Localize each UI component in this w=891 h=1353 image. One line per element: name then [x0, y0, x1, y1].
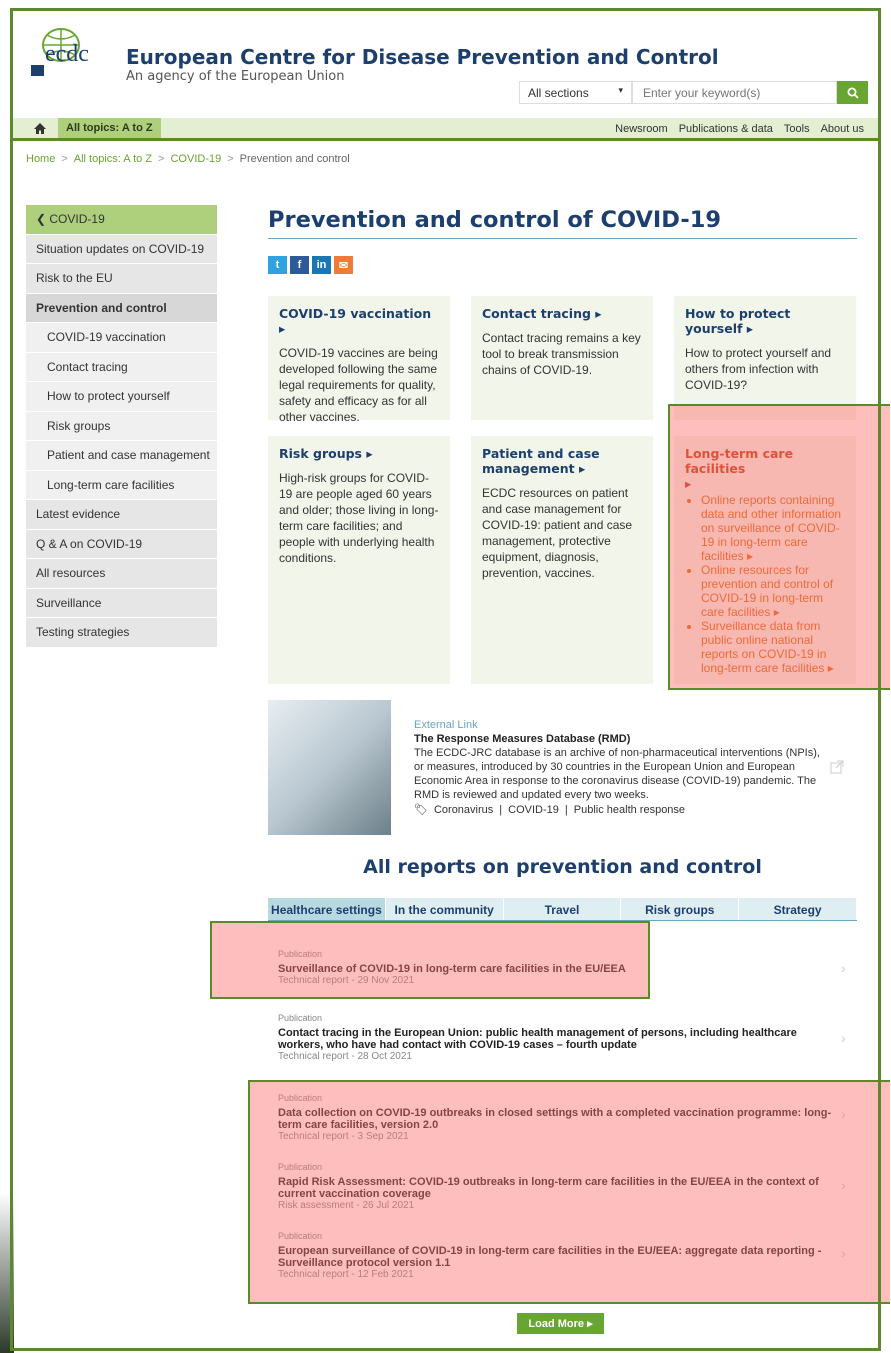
tab-community[interactable]: In the community	[385, 898, 504, 920]
search-input[interactable]	[632, 81, 837, 104]
sidebar-item-evidence[interactable]: Latest evidence	[26, 500, 217, 530]
breadcrumb-separator: >	[158, 153, 165, 165]
person-photo	[268, 700, 391, 835]
sidebar-item-ltcf[interactable]: Long-term care facilities	[26, 470, 217, 500]
card-text: COVID-19 vaccines are being developed fo…	[279, 346, 438, 424]
card-title[interactable]: Risk groups ▸	[279, 446, 439, 461]
site-title[interactable]: European Centre for Disease Prevention a…	[126, 45, 719, 69]
breadcrumb-current: Prevention and control	[239, 153, 350, 165]
tag[interactable]: COVID-19	[508, 803, 559, 817]
card-title[interactable]: COVID-19 vaccination ▸	[279, 306, 439, 336]
report-tabs: Healthcare settings In the community Tra…	[268, 898, 857, 921]
sidebar-back-covid[interactable]: ❮ COVID-19	[26, 205, 217, 235]
highlight-ltcf-card	[668, 404, 890, 690]
sidebar-item-qa[interactable]: Q & A on COVID-19	[26, 529, 217, 559]
facebook-icon[interactable]: f	[290, 256, 309, 274]
reports-heading: All reports on prevention and control	[363, 856, 762, 878]
linkedin-icon[interactable]: in	[312, 256, 331, 274]
card-contact-tracing[interactable]: Contact tracing ▸ Contact tracing remain…	[471, 296, 653, 420]
caret-right-icon: ▸	[587, 1318, 593, 1330]
report-title[interactable]: Contact tracing in the European Union: p…	[278, 1027, 838, 1051]
sidebar-item-resources[interactable]: All resources	[26, 559, 217, 589]
report-kind: Publication	[278, 1013, 323, 1023]
card-protect[interactable]: How to protect yourself ▸ How to protect…	[674, 296, 856, 420]
breadcrumb-separator: >	[61, 153, 68, 165]
tag-icon: 🏷	[414, 804, 428, 816]
tag[interactable]: Public health response	[574, 803, 685, 817]
nav-right-links: Newsroom Publications & data Tools About…	[615, 123, 864, 135]
twitter-icon[interactable]: t	[268, 256, 287, 274]
search-icon	[847, 87, 859, 99]
chevron-right-icon[interactable]: ›	[841, 1030, 846, 1046]
home-icon[interactable]	[33, 122, 47, 135]
card-text: High-risk groups for COVID-19 are people…	[279, 471, 439, 565]
sidebar-item-patient[interactable]: Patient and case management	[26, 441, 217, 471]
shadow	[0, 1193, 14, 1353]
sidebar-item-testing[interactable]: Testing strategies	[26, 618, 217, 648]
sidebar-item-protect[interactable]: How to protect yourself	[26, 382, 217, 412]
nav-newsroom[interactable]: Newsroom	[615, 123, 668, 135]
highlight-reports-3-5	[248, 1080, 890, 1304]
load-more-button[interactable]: Load More ▸	[517, 1313, 604, 1334]
card-title[interactable]: Contact tracing ▸	[482, 306, 642, 321]
tag[interactable]: Coronavirus	[434, 803, 493, 817]
tag-separator: |	[564, 804, 568, 816]
external-link-title[interactable]: The Response Measures Database (RMD)	[414, 732, 826, 746]
breadcrumb-separator: >	[227, 153, 234, 165]
sidebar-item-vaccination[interactable]: COVID-19 vaccination	[26, 323, 217, 353]
sections-select[interactable]: All sections ▾	[519, 81, 632, 104]
page-title: Prevention and control of COVID-19	[268, 207, 857, 239]
all-topics-button[interactable]: All topics: A to Z	[58, 118, 161, 138]
card-text: Contact tracing remains a key tool to br…	[482, 331, 641, 377]
social-share: t f in ✉	[268, 256, 353, 274]
ecdc-logo-icon[interactable]: ecdc	[29, 25, 105, 81]
sidebar: ❮ COVID-19 Situation updates on COVID-19…	[26, 205, 217, 648]
sidebar-item-contact-tracing[interactable]: Contact tracing	[26, 352, 217, 382]
main-nav: All topics: A to Z Newsroom Publications…	[13, 118, 878, 141]
site-header: ecdc European Centre for Disease Prevent…	[13, 11, 878, 118]
sidebar-item-situation[interactable]: Situation updates on COVID-19	[26, 234, 217, 264]
sidebar-item-risk-eu[interactable]: Risk to the EU	[26, 264, 217, 294]
card-text: ECDC resources on patient and case manag…	[482, 486, 633, 580]
sidebar-item-prevention[interactable]: Prevention and control	[26, 293, 217, 323]
external-link-icon[interactable]	[830, 760, 845, 775]
breadcrumb-covid[interactable]: COVID-19	[170, 153, 221, 165]
breadcrumb-home[interactable]: Home	[26, 153, 55, 165]
report-item[interactable]: Publication Contact tracing in the Europ…	[278, 1012, 838, 1063]
tags: 🏷 Coronavirus | COVID-19 | Public health…	[414, 803, 826, 817]
nav-about[interactable]: About us	[821, 123, 864, 135]
sections-select-value: All sections	[528, 86, 589, 100]
card-title[interactable]: Patient and case management ▸	[482, 446, 642, 476]
report-meta: Technical report - 28 Oct 2021	[278, 1051, 412, 1062]
tab-strategy[interactable]: Strategy	[739, 898, 857, 920]
external-link-label: External Link	[414, 719, 478, 731]
breadcrumb-topics[interactable]: All topics: A to Z	[74, 153, 152, 165]
tag-separator: |	[499, 804, 503, 816]
site-subtitle: An agency of the European Union	[126, 69, 345, 84]
external-link-block[interactable]: External Link The Response Measures Data…	[414, 718, 826, 817]
tab-travel[interactable]: Travel	[503, 898, 622, 920]
sidebar-item-surveillance[interactable]: Surveillance	[26, 588, 217, 618]
sidebar-item-risk-groups[interactable]: Risk groups	[26, 411, 217, 441]
highlight-report-1	[210, 921, 650, 999]
breadcrumb: Home > All topics: A to Z > COVID-19 > P…	[26, 153, 350, 165]
card-title[interactable]: How to protect yourself ▸	[685, 306, 845, 336]
chevron-right-icon[interactable]: ›	[841, 960, 846, 976]
card-text: How to protect yourself and others from …	[685, 346, 832, 392]
svg-text:ecdc: ecdc	[45, 41, 89, 67]
card-patient-management[interactable]: Patient and case management ▸ ECDC resou…	[471, 436, 653, 684]
nav-publications[interactable]: Publications & data	[679, 123, 773, 135]
search-button[interactable]	[837, 81, 868, 104]
card-vaccination[interactable]: COVID-19 vaccination ▸ COVID-19 vaccines…	[268, 296, 450, 424]
caret-down-icon: ▾	[618, 85, 623, 95]
tab-healthcare[interactable]: Healthcare settings	[268, 898, 386, 920]
external-link-text: The ECDC-JRC database is an archive of n…	[414, 747, 820, 801]
email-icon[interactable]: ✉	[334, 256, 353, 274]
nav-tools[interactable]: Tools	[784, 123, 810, 135]
tab-risk-groups[interactable]: Risk groups	[621, 898, 740, 920]
card-risk-groups[interactable]: Risk groups ▸ High-risk groups for COVID…	[268, 436, 450, 684]
chevron-left-icon: ❮	[36, 212, 50, 226]
